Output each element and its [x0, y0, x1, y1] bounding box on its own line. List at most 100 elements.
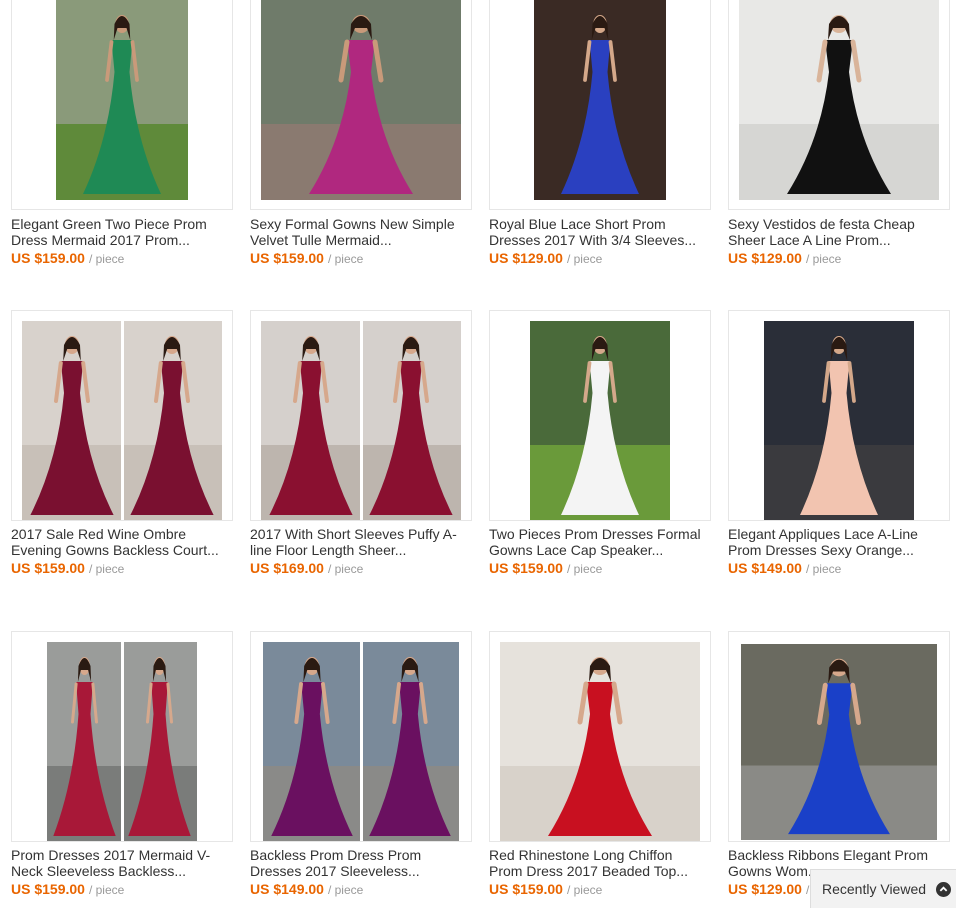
product-price: US $159.00: [11, 560, 85, 576]
product-title-line: Gowns Lace Cap Speaker...: [489, 542, 664, 558]
product-image[interactable]: [489, 0, 711, 210]
price-row: US $169.00/ piece: [250, 560, 363, 578]
product-title-line: Sheer Lace A Line Prom...: [728, 232, 891, 248]
price-unit: / piece: [566, 562, 603, 576]
product-photo: [261, 0, 461, 200]
product-title-line: Elegant Green Two Piece Prom: [11, 216, 207, 232]
product-photo: [500, 642, 700, 841]
product-photo: [56, 0, 188, 200]
product-title-line: 2017 Sale Red Wine Ombre: [11, 526, 187, 542]
product-title[interactable]: Sexy Vestidos de festa Cheap Sheer Lace A…: [728, 216, 948, 248]
product-card[interactable]: Elegant Green Two Piece Prom Dress Mermai…: [11, 0, 233, 270]
product-title-line: Elegant Appliques Lace A-Line: [728, 526, 918, 542]
product-title-line: Sexy Vestidos de festa Cheap: [728, 216, 915, 232]
product-photo: [739, 0, 939, 200]
product-title-line: Sexy Formal Gowns New Simple: [250, 216, 455, 232]
price-row: US $159.00/ piece: [489, 560, 602, 578]
product-card[interactable]: Red Rhinestone Long Chiffon Prom Dress 20…: [489, 631, 711, 901]
product-title[interactable]: Prom Dresses 2017 Mermaid V- Neck Sleevel…: [11, 847, 231, 879]
price-row: US $159.00/ piece: [11, 881, 124, 899]
product-price: US $129.00: [489, 250, 563, 266]
product-title[interactable]: Elegant Green Two Piece Prom Dress Mermai…: [11, 216, 231, 248]
product-card[interactable]: 2017 With Short Sleeves Puffy A-line Flo…: [250, 310, 472, 580]
product-photo: [22, 321, 222, 520]
price-row: US $149.00/ piece: [728, 560, 841, 578]
recently-viewed-button[interactable]: Recently Viewed: [810, 869, 956, 908]
product-title-line: Neck Sleeveless Backless...: [11, 863, 187, 879]
price-unit: / piece: [327, 562, 364, 576]
product-photo: [534, 0, 666, 200]
product-card[interactable]: Backless Prom Dress Prom Dresses 2017 Sle…: [250, 631, 472, 901]
product-image[interactable]: [728, 310, 950, 521]
product-title[interactable]: 2017 Sale Red Wine Ombre Evening Gowns Ba…: [11, 526, 231, 558]
price-row: US $129.00/ piece: [728, 250, 841, 268]
product-title[interactable]: Sexy Formal Gowns New Simple Velvet Tulle…: [250, 216, 470, 248]
product-image[interactable]: [489, 310, 711, 521]
product-card[interactable]: Backless Ribbons Elegant Prom Gowns Wom..…: [728, 631, 950, 901]
photo-divider: [360, 321, 363, 520]
price-unit: / piece: [88, 562, 125, 576]
product-price: US $129.00: [728, 881, 802, 897]
product-title[interactable]: Backless Prom Dress Prom Dresses 2017 Sle…: [250, 847, 470, 879]
product-image[interactable]: [11, 631, 233, 842]
product-title-line: Evening Gowns Backless Court...: [11, 542, 219, 558]
product-title-line: Dress Mermaid 2017 Prom...: [11, 232, 190, 248]
product-title-line: Red Rhinestone Long Chiffon: [489, 847, 673, 863]
product-price: US $149.00: [728, 560, 802, 576]
product-title[interactable]: Royal Blue Lace Short Prom Dresses 2017 W…: [489, 216, 709, 248]
price-row: US $129.00/ piece: [489, 250, 602, 268]
product-title-line: Prom Dresses Sexy Orange...: [728, 542, 914, 558]
product-price: US $149.00: [250, 881, 324, 897]
product-price: US $159.00: [11, 881, 85, 897]
product-image[interactable]: [250, 631, 472, 842]
product-card[interactable]: Sexy Formal Gowns New Simple Velvet Tulle…: [250, 0, 472, 270]
photo-divider: [121, 642, 124, 841]
product-price: US $159.00: [489, 881, 563, 897]
product-title-line: Backless Ribbons Elegant Prom: [728, 847, 928, 863]
price-unit: / piece: [88, 252, 125, 266]
product-grid: Elegant Green Two Piece Prom Dress Mermai…: [0, 0, 956, 908]
product-image[interactable]: [728, 0, 950, 210]
price-unit: / piece: [88, 883, 125, 897]
product-image[interactable]: [489, 631, 711, 842]
product-card[interactable]: 2017 Sale Red Wine Ombre Evening Gowns Ba…: [11, 310, 233, 580]
product-title-line: Backless Prom Dress Prom: [250, 847, 422, 863]
product-title-line: Velvet Tulle Mermaid...: [250, 232, 392, 248]
product-title[interactable]: Elegant Appliques Lace A-Line Prom Dresse…: [728, 526, 948, 558]
product-image[interactable]: [11, 0, 233, 210]
price-row: US $159.00/ piece: [11, 250, 124, 268]
product-title-line: Royal Blue Lace Short Prom: [489, 216, 666, 232]
product-image[interactable]: [250, 310, 472, 521]
product-title-line: Prom Dresses 2017 Mermaid V-: [11, 847, 211, 863]
product-card[interactable]: Royal Blue Lace Short Prom Dresses 2017 W…: [489, 0, 711, 270]
product-price: US $169.00: [250, 560, 324, 576]
product-image[interactable]: [728, 631, 950, 842]
product-photo: [764, 321, 914, 520]
product-card[interactable]: Elegant Appliques Lace A-Line Prom Dresse…: [728, 310, 950, 580]
product-title[interactable]: Red Rhinestone Long Chiffon Prom Dress 20…: [489, 847, 709, 879]
price-unit: / piece: [327, 883, 364, 897]
price-row: US $159.00/ piece: [11, 560, 124, 578]
product-title[interactable]: Two Pieces Prom Dresses Formal Gowns Lace…: [489, 526, 709, 558]
price-unit: / piece: [327, 252, 364, 266]
product-image[interactable]: [11, 310, 233, 521]
product-card[interactable]: Sexy Vestidos de festa Cheap Sheer Lace A…: [728, 0, 950, 270]
product-photo: [530, 321, 670, 520]
product-title-line: line Floor Length Sheer...: [250, 542, 407, 558]
product-price: US $159.00: [250, 250, 324, 266]
product-image[interactable]: [250, 0, 472, 210]
product-photo: [47, 642, 197, 841]
product-card[interactable]: Two Pieces Prom Dresses Formal Gowns Lace…: [489, 310, 711, 580]
product-photo: [263, 642, 459, 841]
recently-viewed-label: Recently Viewed: [822, 881, 927, 897]
product-price: US $159.00: [11, 250, 85, 266]
price-unit: / piece: [566, 883, 603, 897]
price-unit: / piece: [805, 562, 842, 576]
product-title-line: Two Pieces Prom Dresses Formal: [489, 526, 701, 542]
product-price: US $129.00: [728, 250, 802, 266]
product-title-line: Dresses 2017 Sleeveless...: [250, 863, 420, 879]
price-unit: / piece: [805, 252, 842, 266]
product-photo: [261, 321, 461, 520]
product-title[interactable]: 2017 With Short Sleeves Puffy A-line Flo…: [250, 526, 470, 558]
product-card[interactable]: Prom Dresses 2017 Mermaid V- Neck Sleevel…: [11, 631, 233, 901]
